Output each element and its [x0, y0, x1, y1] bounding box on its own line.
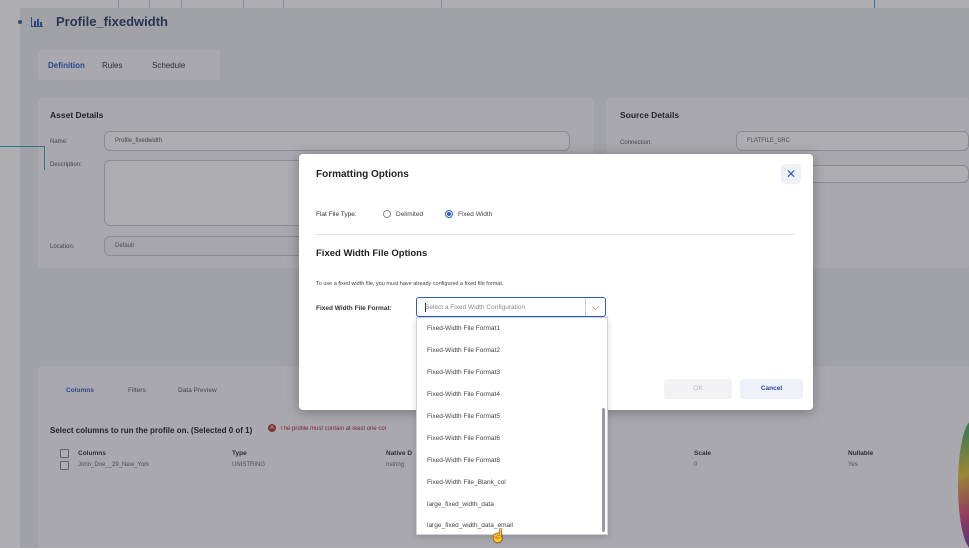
dropdown-option[interactable]: Fixed-Width File Format4 — [427, 391, 500, 398]
flat-file-type-label: Flat File Type: — [316, 211, 357, 218]
fixed-width-format-label: Fixed Width File Format: — [316, 305, 392, 312]
dropdown-option[interactable]: Fixed-Width File Format2 — [427, 347, 500, 354]
close-button[interactable]: ✕ — [781, 164, 801, 184]
radio-fixed-width[interactable] — [445, 210, 453, 218]
help-text: To use a fixed width file, you must have… — [316, 281, 504, 287]
dropdown-option[interactable]: Fixed-Width File_Blank_col — [427, 479, 506, 486]
radio-fixed-width-label[interactable]: Fixed Width — [458, 211, 492, 218]
radio-delimited[interactable] — [383, 210, 391, 218]
divider — [316, 234, 794, 235]
dropdown-option[interactable]: large_fixed_width_data — [427, 501, 494, 508]
fixed-width-options-heading: Fixed Width File Options — [316, 248, 428, 259]
fixed-width-format-dropdown: Fixed-Width File Format1 Fixed-Width Fil… — [416, 317, 608, 535]
close-icon: ✕ — [785, 167, 797, 181]
dropdown-option[interactable]: Fixed-Width File Format3 — [427, 369, 500, 376]
radio-delimited-label[interactable]: Delimited — [396, 211, 423, 218]
ok-button[interactable]: OK — [664, 379, 732, 399]
cancel-button[interactable]: Cancel — [740, 379, 803, 399]
chevron-down-icon[interactable]: ⌵ — [585, 298, 605, 316]
hand-cursor-icon: ☝ — [490, 528, 507, 543]
dropdown-scrollbar[interactable] — [602, 408, 605, 532]
fixed-width-format-select[interactable]: Select a Fixed Width Configuration ⌵ — [416, 297, 606, 317]
dropdown-option[interactable]: Fixed-Width File Format1 — [427, 325, 500, 332]
dropdown-option[interactable]: Fixed-Width File Format5 — [427, 413, 500, 420]
dialog-title: Formatting Options — [316, 169, 409, 180]
dropdown-option[interactable]: Fixed-Width File Format6 — [427, 435, 500, 442]
fixed-width-format-input[interactable]: Select a Fixed Width Configuration — [425, 304, 525, 311]
dropdown-option[interactable]: Fixed-Width File Format8 — [427, 457, 500, 464]
